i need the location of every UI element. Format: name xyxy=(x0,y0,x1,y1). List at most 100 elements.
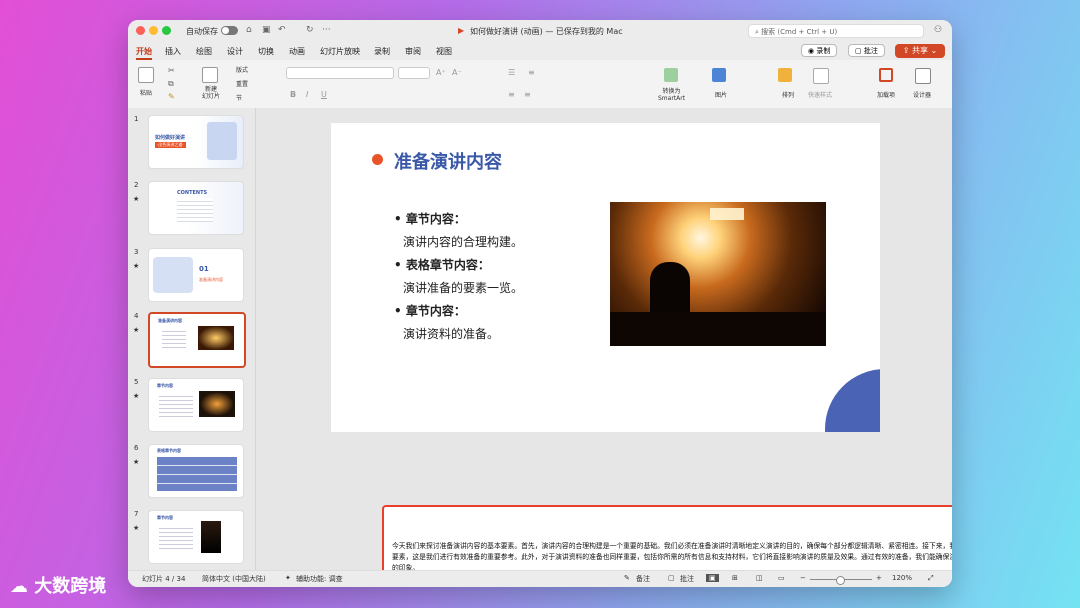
tab-record[interactable]: 录制 xyxy=(374,46,390,57)
tab-draw[interactable]: 绘图 xyxy=(196,46,212,57)
slide-thumbnail-5[interactable]: 5 ★ 章节内容 xyxy=(128,378,255,434)
slide-thumbnail-2[interactable]: 2 ★ CONTENTS xyxy=(128,181,255,237)
search-input[interactable]: ⌕ 搜索 (Cmd + Ctrl + U) xyxy=(748,24,924,38)
slide-editor: 准备演讲内容 • 章节内容： 演讲内容的合理构建。 • 表格章节内容： 演讲准备… xyxy=(256,108,952,587)
font-family-select[interactable] xyxy=(286,67,394,79)
title-bullet-dot xyxy=(372,154,383,165)
italic-icon[interactable]: I xyxy=(306,90,308,99)
reset-label[interactable]: 重置 xyxy=(236,79,248,88)
autosave-label: 自动保存 xyxy=(186,27,218,36)
zoom-level[interactable]: 120% xyxy=(892,574,912,582)
bullet-heading-2[interactable]: • 表格章节内容： xyxy=(394,256,490,273)
undo-icon[interactable]: ↶ xyxy=(278,25,286,35)
accessibility-status[interactable]: 辅助功能: 调查 xyxy=(296,574,343,584)
tab-slideshow[interactable]: 幻灯片放映 xyxy=(320,46,360,57)
zoom-in-icon[interactable]: + xyxy=(876,574,882,582)
zoom-out-icon[interactable]: − xyxy=(800,574,806,582)
slide-title[interactable]: 准备演讲内容 xyxy=(394,148,502,174)
slide-sorter-icon[interactable]: ⊞ xyxy=(732,574,738,582)
align-left-icon[interactable]: ≡ xyxy=(508,90,515,99)
picture-icon[interactable] xyxy=(712,68,726,82)
accessibility-icon[interactable]: ✦ xyxy=(285,574,291,582)
layout-label[interactable]: 版式 xyxy=(236,65,248,74)
align-center-icon[interactable]: ≡ xyxy=(524,90,531,99)
thumb-list xyxy=(159,393,193,419)
ppt-icon: ▶ xyxy=(458,26,465,35)
bullets-icon[interactable]: ☰ xyxy=(508,68,515,77)
arrange-icon[interactable] xyxy=(778,68,792,82)
tab-design[interactable]: 设计 xyxy=(227,46,243,57)
comment-button[interactable]: ▢ 批注 xyxy=(848,44,885,57)
slide-thumbnail-4[interactable]: 4 ★ 准备演讲内容 xyxy=(128,312,255,368)
redo-icon[interactable]: ↻ xyxy=(306,25,314,35)
record-button[interactable]: ◉ 录制 xyxy=(801,44,838,57)
autosave-toggle[interactable] xyxy=(221,26,238,35)
font-size-select[interactable] xyxy=(398,67,430,79)
tab-home[interactable]: 开始 xyxy=(136,46,152,60)
underline-icon[interactable]: U xyxy=(321,90,327,99)
tab-review[interactable]: 审阅 xyxy=(405,46,421,57)
save-icon[interactable]: ▣ xyxy=(262,25,271,35)
powerpoint-window: 自动保存 ⌂ ▣ ↶ ↻ ··· ▶ 如何做好演讲 (动画) — 已保存到我的 … xyxy=(128,20,952,587)
language-indicator[interactable]: 简体中文 (中国大陆) xyxy=(202,574,266,584)
smartart-icon[interactable] xyxy=(664,68,678,82)
slide-thumbnail-panel[interactable]: 1 如何做好演讲 ·出色演讲之道· 2 ★ CONTENTS 3 ★ 01 准备… xyxy=(128,108,256,570)
home-icon[interactable]: ⌂ xyxy=(246,25,252,35)
copy-icon[interactable]: ⧉ xyxy=(168,79,174,89)
minimize-button[interactable] xyxy=(149,26,158,35)
notes-icon[interactable]: ✎ xyxy=(624,574,630,582)
thumb-canvas: 如何做好演讲 ·出色演讲之道· xyxy=(148,115,244,169)
quick-styles-label: 快速样式 xyxy=(808,92,833,99)
tab-transitions[interactable]: 切换 xyxy=(258,46,274,57)
concert-photo[interactable] xyxy=(610,202,826,346)
slide-thumbnail-1[interactable]: 1 如何做好演讲 ·出色演讲之道· xyxy=(128,115,255,171)
profile-icon[interactable]: ⚇ xyxy=(934,25,942,35)
notes-button[interactable]: 备注 xyxy=(636,574,650,584)
more-icon[interactable]: ··· xyxy=(322,25,331,35)
comments-button[interactable]: 批注 xyxy=(680,574,694,584)
slide-thumbnail-3[interactable]: 3 ★ 01 准备演讲内容 xyxy=(128,248,255,304)
close-button[interactable] xyxy=(136,26,145,35)
quick-styles-icon[interactable] xyxy=(813,68,829,84)
slide-thumbnail-6[interactable]: 6 ★ 表格章节内容 xyxy=(128,444,255,500)
reading-view-icon[interactable]: ◫ xyxy=(756,574,763,582)
normal-view-icon[interactable]: ▣ xyxy=(706,574,719,582)
slide-number: 6 xyxy=(134,444,139,452)
current-slide-canvas[interactable]: 准备演讲内容 • 章节内容： 演讲内容的合理构建。 • 表格章节内容： 演讲准备… xyxy=(331,123,880,432)
bullet-text-2[interactable]: 演讲准备的要素一览。 xyxy=(403,279,523,296)
font-grow-icon[interactable]: A⁺ xyxy=(436,68,446,77)
animation-star-icon: ★ xyxy=(133,195,140,203)
new-slide-icon[interactable] xyxy=(202,67,218,83)
thumb-table xyxy=(157,457,237,491)
designer-icon[interactable] xyxy=(915,68,931,84)
bullet-text-3[interactable]: 演讲资料的准备。 xyxy=(403,325,499,342)
menu-bar: 开始 插入 绘图 设计 切换 动画 幻灯片放映 录制 审阅 视图 ◉ 录制 ▢ … xyxy=(128,42,952,60)
zoom-slider-handle[interactable] xyxy=(836,576,845,585)
maximize-button[interactable] xyxy=(162,26,171,35)
cut-icon[interactable]: ✂ xyxy=(168,66,175,75)
share-button[interactable]: ⇪ 共享 ⌄ xyxy=(895,44,945,58)
tab-insert[interactable]: 插入 xyxy=(165,46,181,57)
font-shrink-icon[interactable]: A⁻ xyxy=(452,68,462,77)
tab-view[interactable]: 视图 xyxy=(436,46,452,57)
bullet-text-1[interactable]: 演讲内容的合理构建。 xyxy=(403,233,523,250)
slideshow-icon[interactable]: ▭ xyxy=(778,574,785,582)
paste-icon[interactable] xyxy=(138,67,154,83)
slide-number: 5 xyxy=(134,378,139,386)
bold-icon[interactable]: B xyxy=(290,90,296,99)
paste-label: 粘贴 xyxy=(140,90,153,97)
bullet-heading-1[interactable]: • 章节内容： xyxy=(394,210,466,227)
slide-number: 3 xyxy=(134,248,139,256)
addins-icon[interactable] xyxy=(879,68,893,82)
slide-number: 1 xyxy=(134,115,139,123)
slide-thumbnail-7[interactable]: 7 ★ 章节内容 xyxy=(128,510,255,566)
thumb-photo xyxy=(198,326,234,350)
fit-to-window-icon[interactable]: ⤢ xyxy=(928,574,934,583)
numbering-icon[interactable]: ≡ xyxy=(528,68,535,77)
comments-icon[interactable]: ▢ xyxy=(668,574,675,582)
thumb-canvas-selected: 准备演讲内容 xyxy=(148,312,246,368)
bullet-heading-3[interactable]: • 章节内容： xyxy=(394,302,466,319)
format-painter-icon[interactable]: ✎ xyxy=(168,92,175,101)
section-label[interactable]: 节 xyxy=(236,93,242,102)
tab-animations[interactable]: 动画 xyxy=(289,46,305,57)
